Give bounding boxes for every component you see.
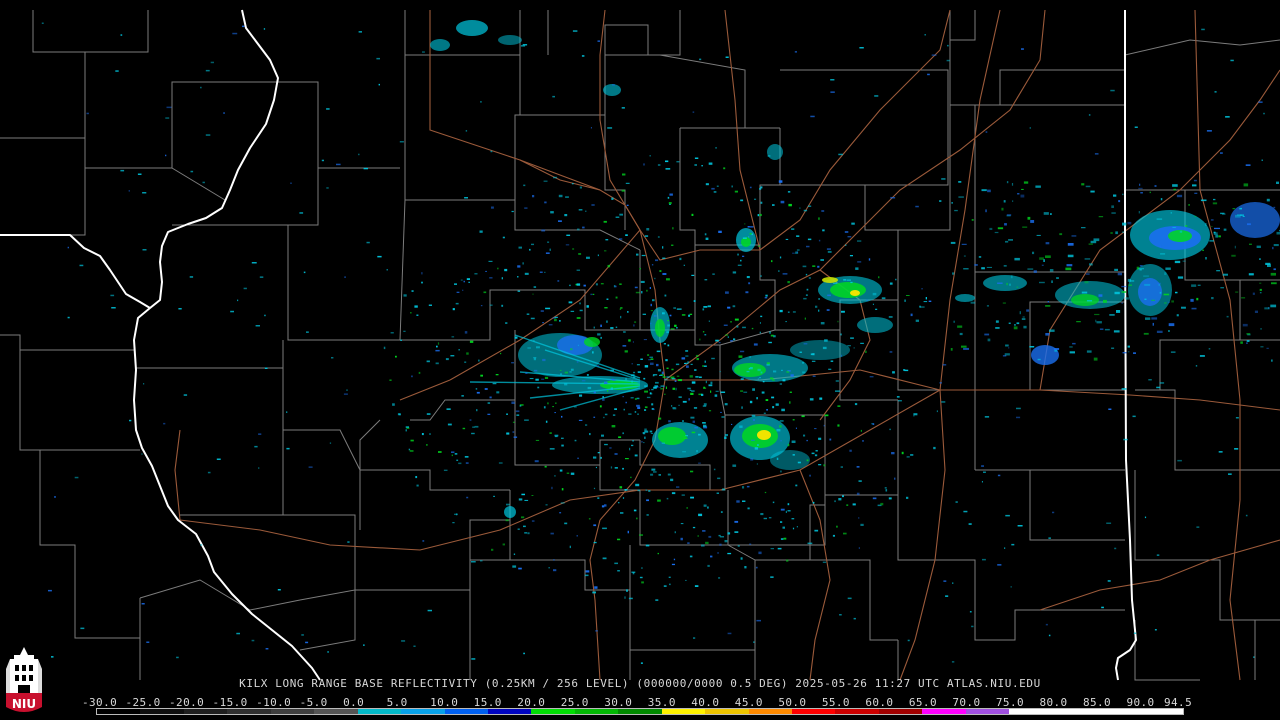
product-caption: KILX LONG RANGE BASE REFLECTIVITY (0.25K… [239, 677, 1041, 690]
radar-viewer: KILX LONG RANGE BASE REFLECTIVITY (0.25K… [0, 0, 1280, 720]
scale-swatch [574, 709, 619, 714]
scale-swatch [401, 709, 445, 714]
scale-swatch [1139, 709, 1183, 714]
scale-swatch [227, 709, 271, 714]
scale-swatch [835, 709, 879, 714]
reflectivity-scale-labels: -30.0 -25.0 -20.0 -15.0 -10.0 -5.0 0.0 5.0 10.0 1… [0, 696, 1280, 709]
echo-band-far-east [955, 202, 1280, 365]
scale-swatch [618, 709, 662, 714]
echo-cluster-west [469, 333, 648, 411]
scale-swatch [792, 709, 836, 714]
niu-castle-logo-icon: NIU [6, 647, 42, 712]
echo-cluster-east [732, 276, 893, 382]
scale-swatch [661, 709, 706, 714]
scale-swatch [444, 709, 488, 714]
reflectivity-echoes [41, 20, 1280, 664]
reflectivity-color-scale [96, 708, 1184, 715]
scale-swatch [878, 709, 923, 714]
radar-map [0, 9, 1280, 681]
scale-swatch [965, 709, 1010, 714]
scale-swatch [1052, 709, 1097, 714]
scale-swatch [1096, 709, 1140, 714]
scale-swatch [183, 709, 228, 714]
scale-swatch [922, 709, 966, 714]
scale-swatch [531, 709, 575, 714]
echo-cluster-south [652, 416, 810, 470]
scale-swatch [705, 709, 749, 714]
scale-swatch [97, 709, 141, 714]
niu-logo-text: NIU [12, 697, 36, 711]
scale-swatch [748, 709, 792, 714]
highway-network [174, 9, 1280, 681]
scale-swatch [357, 709, 402, 714]
scale-swatch [1009, 709, 1053, 714]
scale-swatch [314, 709, 358, 714]
scale-swatch [487, 709, 532, 714]
county-boundaries [0, 10, 1280, 681]
scale-swatch [270, 709, 315, 714]
scale-swatch [140, 709, 184, 714]
